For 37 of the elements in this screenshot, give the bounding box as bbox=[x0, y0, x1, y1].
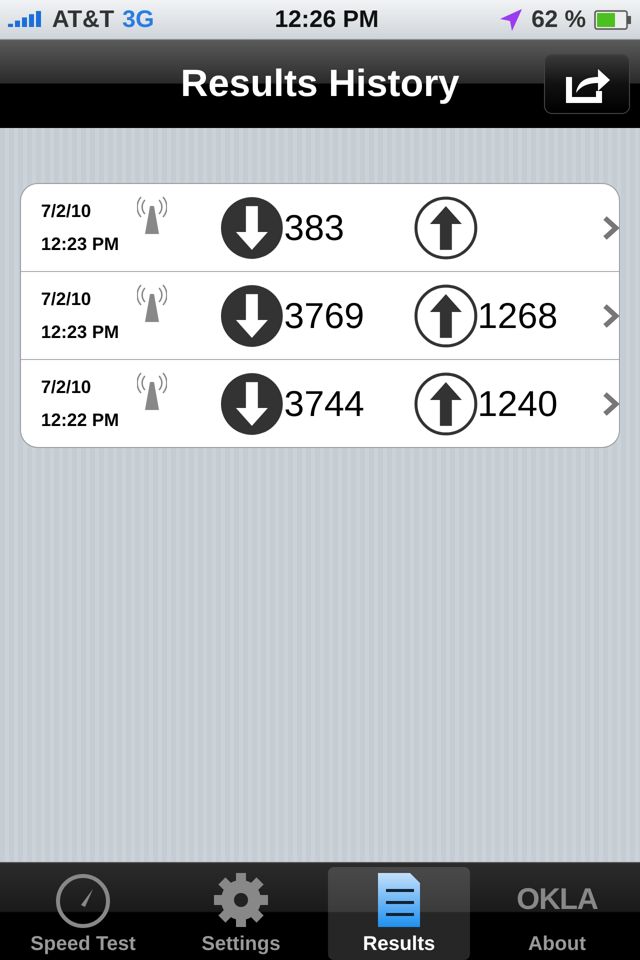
download-speed: 3744 bbox=[284, 382, 366, 424]
result-date: 7/2/10 bbox=[41, 376, 92, 398]
upload-speed: 1268 bbox=[478, 294, 559, 336]
battery-percent: 62 % bbox=[531, 6, 586, 34]
carrier-name: AT&T bbox=[52, 6, 114, 34]
gear-icon bbox=[212, 871, 270, 929]
gauge-icon bbox=[55, 871, 111, 929]
result-row[interactable]: 7/2/10 12:23 PM 383 bbox=[21, 184, 619, 271]
document-icon bbox=[376, 871, 422, 929]
tab-item[interactable]: Results bbox=[328, 867, 470, 960]
tab-item[interactable]: OKLA About bbox=[486, 867, 628, 960]
battery-icon bbox=[594, 10, 632, 30]
share-button[interactable] bbox=[544, 54, 630, 114]
result-date: 7/2/10 bbox=[41, 200, 92, 222]
result-row[interactable]: 7/2/10 12:23 PM 3769 1268 bbox=[21, 271, 619, 359]
result-row[interactable]: 7/2/10 12:22 PM 3744 1240 bbox=[21, 359, 619, 447]
signal-icon bbox=[8, 10, 44, 28]
chevron-icon bbox=[603, 304, 619, 328]
tab-item[interactable]: Speed Test bbox=[12, 867, 154, 960]
chevron-icon bbox=[603, 392, 619, 416]
brand-logo: OKLA bbox=[516, 882, 598, 918]
cell-tower-icon bbox=[136, 196, 167, 236]
result-time: 12:22 PM bbox=[41, 410, 120, 430]
result-date: 7/2/10 bbox=[41, 288, 92, 310]
result-time: 12:23 PM bbox=[41, 234, 120, 254]
chevron-icon bbox=[603, 216, 619, 240]
screen-title: Results History bbox=[180, 62, 460, 106]
download-speed: 383 bbox=[284, 206, 346, 248]
upload-speed: 1240 bbox=[478, 382, 559, 424]
clock: 12:26 PM bbox=[274, 6, 379, 34]
cell-tower-icon bbox=[136, 372, 167, 412]
result-time: 12:23 PM bbox=[41, 322, 120, 342]
download-speed: 3769 bbox=[284, 294, 366, 336]
tab-item[interactable]: Settings bbox=[170, 867, 312, 960]
network-type: 3G bbox=[122, 6, 154, 34]
location-arrow-icon bbox=[499, 8, 524, 32]
cell-tower-icon bbox=[136, 284, 167, 324]
